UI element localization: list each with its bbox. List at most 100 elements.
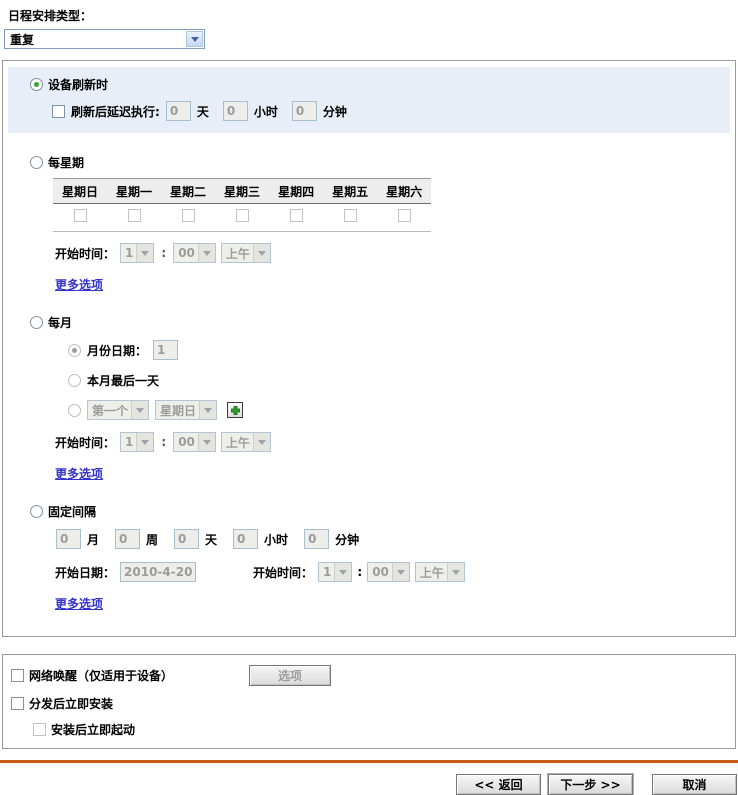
refresh-delay-checkbox[interactable] — [52, 104, 65, 118]
day-of-month-input — [153, 340, 179, 360]
weekday-checkbox — [397, 209, 411, 222]
wake-on-lan-row: 网络唤醒（仅适用于设备） 选项 — [11, 665, 727, 686]
chevron-down-icon — [136, 433, 154, 451]
last-day-radio — [68, 373, 81, 387]
delay-hours-unit: 小时 — [253, 104, 278, 119]
ordinal-weekday-radio — [68, 403, 81, 417]
weekday-checkbox — [73, 209, 87, 222]
chevron-down-icon — [334, 563, 352, 581]
weekday-header: 星期六 — [377, 178, 432, 204]
interval-radio[interactable] — [30, 505, 43, 518]
device-refresh-radio[interactable] — [30, 78, 43, 91]
monthly-minute-select: 00 — [173, 432, 216, 452]
weekday-checkbox-row — [53, 203, 432, 232]
monthly-hour-select: 1 — [120, 432, 155, 452]
start-time-label: 开始时间： — [55, 246, 116, 261]
weekday-checkbox — [127, 209, 141, 222]
interval-minutes-input — [304, 529, 330, 549]
interval-minutes-unit: 分钟 — [335, 532, 360, 547]
plus-icon — [230, 405, 240, 415]
monthly-start-time-row: 开始时间： 1 : 00 上午 — [55, 432, 730, 452]
weekly-meridiem-select: 上午 — [220, 243, 271, 263]
ordinal-weekday-row: 第一个 星期日 — [68, 399, 730, 421]
launch-now-row: 安装后立即起动 — [33, 721, 727, 738]
interval-months-unit: 月 — [87, 532, 100, 547]
device-refresh-section: 设备刷新时 刷新后延迟执行: 天 小时 分钟 — [8, 67, 730, 133]
weekday-table: 星期日 星期一 星期二 星期三 星期四 星期五 星期六 — [53, 178, 432, 232]
device-refresh-label: 设备刷新时 — [48, 78, 109, 92]
weekday-checkbox — [181, 209, 195, 222]
interval-hours-input — [233, 529, 259, 549]
weekly-radio[interactable] — [30, 156, 43, 169]
chevron-down-icon — [252, 433, 270, 451]
interval-more-options-link[interactable]: 更多选项 — [55, 595, 103, 612]
add-row-button[interactable] — [227, 402, 244, 418]
weekday-checkbox — [343, 209, 357, 222]
weekly-more-options-link[interactable]: 更多选项 — [55, 276, 103, 293]
interval-label: 固定间隔 — [48, 505, 97, 519]
last-day-label: 本月最后一天 — [87, 373, 160, 388]
weekday-header-row: 星期日 星期一 星期二 星期三 星期四 星期五 星期六 — [53, 178, 432, 204]
monthly-radio[interactable] — [30, 316, 43, 329]
day-of-month-row: 月份日期： — [68, 339, 730, 361]
weekday-header: 星期五 — [323, 178, 378, 204]
chevron-down-icon — [136, 244, 154, 262]
start-time-label: 开始时间： — [253, 565, 314, 580]
weekly-hour-select: 1 — [120, 243, 155, 263]
chevron-down-icon — [391, 563, 409, 581]
weekday-header: 星期一 — [107, 178, 162, 204]
install-now-label: 分发后立即安装 — [29, 697, 114, 711]
weekday-select: 星期日 — [155, 400, 218, 420]
chevron-down-icon — [199, 401, 217, 419]
schedule-type-label: 日程安排类型： — [8, 9, 93, 23]
interval-start-row: 开始日期： 开始时间： 1 : 00 上午 — [55, 562, 730, 582]
chevron-down-icon[interactable] — [186, 31, 203, 47]
interval-weeks-unit: 周 — [146, 532, 159, 547]
wake-on-lan-checkbox[interactable] — [11, 669, 24, 682]
weekday-header: 星期日 — [53, 178, 108, 204]
accent-divider — [0, 760, 738, 763]
weekday-header: 星期四 — [269, 178, 324, 204]
schedule-options-panel: 设备刷新时 刷新后延迟执行: 天 小时 分钟 每星期 星期日 星期一 星期二 星… — [2, 60, 736, 637]
start-date-input — [120, 562, 197, 582]
interval-meridiem-select: 上午 — [414, 562, 465, 582]
install-now-checkbox[interactable] — [11, 697, 24, 710]
monthly-more-options-link[interactable]: 更多选项 — [55, 465, 103, 482]
interval-days-input — [174, 529, 200, 549]
schedule-type-select[interactable]: 重复 — [4, 29, 205, 49]
wizard-actions: << 返回 下一步 >> 取消 — [0, 773, 737, 795]
launch-now-label: 安装后立即起动 — [51, 723, 136, 737]
delay-minutes-input — [291, 101, 317, 121]
weekday-checkbox — [289, 209, 303, 222]
ordinal-select: 第一个 — [87, 400, 150, 420]
delay-days-unit: 天 — [196, 104, 209, 119]
schedule-type-value: 重复 — [10, 32, 35, 47]
wake-on-lan-label: 网络唤醒（仅适用于设备） — [29, 669, 174, 683]
interval-hours-unit: 小时 — [264, 532, 289, 547]
start-time-label: 开始时间： — [55, 435, 116, 450]
device-refresh-option-row: 设备刷新时 — [30, 76, 730, 93]
monthly-meridiem-select: 上午 — [220, 432, 271, 452]
day-of-month-radio — [68, 343, 81, 357]
weekly-label: 每星期 — [48, 156, 85, 170]
time-separator: : — [161, 435, 167, 449]
cancel-button[interactable]: 取消 — [652, 774, 737, 795]
refresh-delay-label: 刷新后延迟执行: — [71, 104, 160, 119]
launch-now-checkbox — [33, 723, 46, 736]
interval-months-input — [56, 529, 81, 549]
wol-options-button: 选项 — [249, 665, 332, 686]
weekday-checkbox — [235, 209, 249, 222]
interval-fields-row: 月 周 天 小时 分钟 — [56, 529, 730, 549]
weekday-header: 星期二 — [161, 178, 216, 204]
last-day-row: 本月最后一天 — [68, 369, 730, 391]
chevron-down-icon — [197, 433, 215, 451]
interval-minute-select: 00 — [367, 562, 410, 582]
deploy-options-panel: 网络唤醒（仅适用于设备） 选项 分发后立即安装 安装后立即起动 — [2, 654, 736, 749]
back-button[interactable]: << 返回 — [456, 774, 541, 795]
interval-option-row: 固定间隔 — [30, 503, 730, 520]
install-now-row: 分发后立即安装 — [11, 695, 727, 712]
weekly-start-time-row: 开始时间： 1 : 00 上午 — [55, 243, 730, 263]
chevron-down-icon — [131, 401, 149, 419]
time-separator: : — [357, 565, 363, 579]
next-button[interactable]: 下一步 >> — [547, 773, 634, 795]
